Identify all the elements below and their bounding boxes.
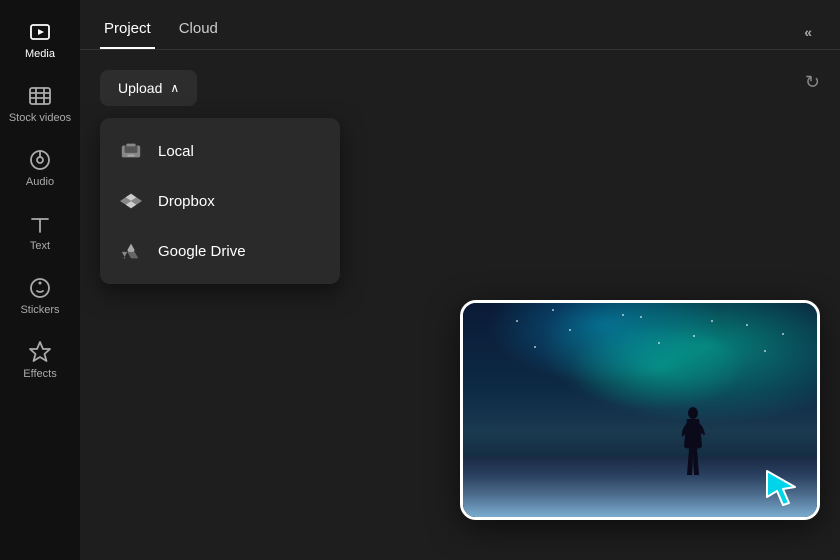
sidebar: Media Stock videos Audio Text [0, 0, 80, 560]
dropdown-dropbox-label: Dropbox [158, 193, 215, 210]
tab-cloud[interactable]: Cloud [175, 14, 222, 49]
dropdown-item-dropbox[interactable]: Dropbox [100, 176, 340, 226]
sidebar-item-media[interactable]: Media [4, 10, 76, 70]
content-area: ↻ Upload ∧ Local [80, 50, 840, 560]
stock-videos-icon [28, 84, 52, 108]
tab-project[interactable]: Project [100, 14, 155, 49]
media-icon [28, 20, 52, 44]
upload-label: Upload [118, 80, 162, 96]
main-content: Project Cloud « ↻ Upload ∧ Local [80, 0, 840, 560]
photo-preview-inner [463, 303, 817, 517]
photo-preview-card [460, 300, 820, 520]
sidebar-item-stock-videos-label: Stock videos [9, 112, 71, 124]
sidebar-item-effects[interactable]: Effects [4, 330, 76, 390]
effects-icon [28, 340, 52, 364]
collapse-button[interactable]: « [796, 20, 820, 44]
person-silhouette [679, 407, 707, 477]
dropdown-item-google-drive[interactable]: Google Drive [100, 226, 340, 276]
local-icon [120, 140, 142, 162]
upload-button[interactable]: Upload ∧ [100, 70, 197, 106]
sidebar-item-audio[interactable]: Audio [4, 138, 76, 198]
sidebar-item-text[interactable]: Text [4, 202, 76, 262]
refresh-button[interactable]: ↻ [805, 72, 820, 93]
sidebar-item-text-label: Text [30, 240, 50, 252]
dropbox-icon [120, 190, 142, 212]
dropdown-local-label: Local [158, 143, 194, 160]
sidebar-item-stickers-label: Stickers [20, 304, 59, 316]
cursor-arrow [763, 467, 799, 507]
dropdown-item-local[interactable]: Local [100, 126, 340, 176]
sidebar-item-audio-label: Audio [26, 176, 54, 188]
sidebar-item-media-label: Media [25, 48, 55, 60]
sidebar-item-stickers[interactable]: Stickers [4, 266, 76, 326]
audio-icon [28, 148, 52, 172]
stickers-icon [28, 276, 52, 300]
text-icon [28, 212, 52, 236]
sidebar-item-effects-label: Effects [23, 368, 56, 380]
google-drive-icon [120, 240, 142, 262]
chevron-up-icon: ∧ [170, 81, 179, 95]
upload-dropdown: Local Dropbox Google Drive [100, 118, 340, 284]
tabs-header: Project Cloud « [80, 0, 840, 50]
dropdown-google-drive-label: Google Drive [158, 243, 246, 260]
sidebar-item-stock-videos[interactable]: Stock videos [4, 74, 76, 134]
